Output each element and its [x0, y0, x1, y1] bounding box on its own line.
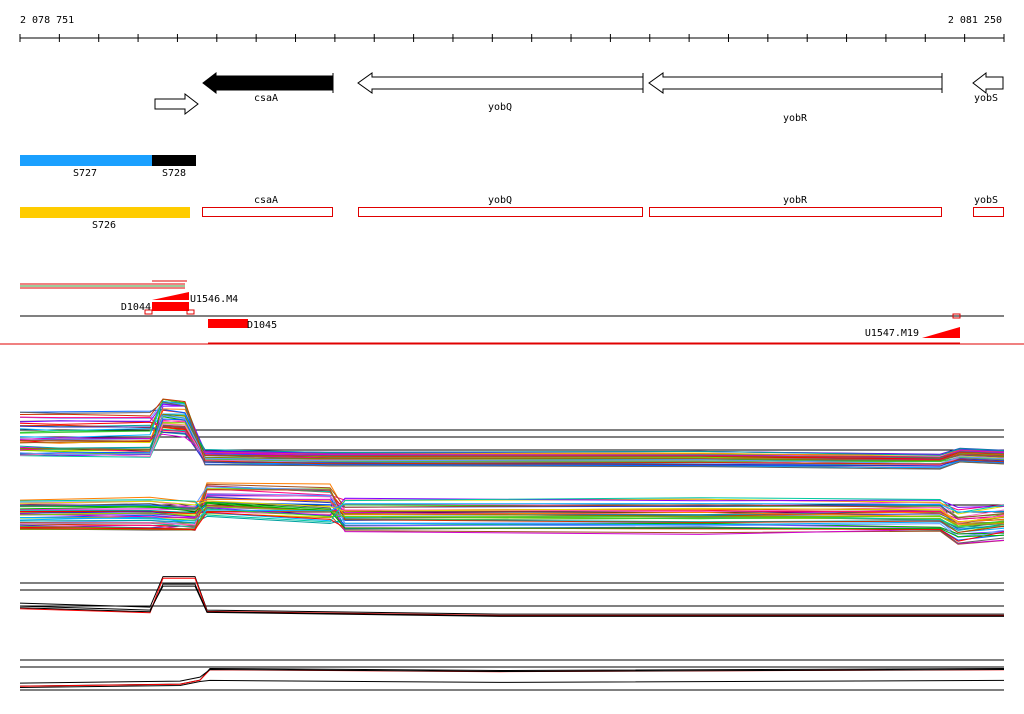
gene-csaA-arrow[interactable] [202, 71, 334, 95]
gene-yobR-label: yobR [783, 113, 808, 124]
gene-csaA[interactable]: csaA [202, 71, 334, 104]
feature-D1044-label: D1044 [121, 302, 151, 313]
gene-yobS[interactable]: yobS [972, 71, 1004, 104]
expression-panel-1 [19, 398, 1005, 470]
expression-line [19, 583, 1004, 617]
segment-S728-bar[interactable] [152, 155, 196, 166]
gene-track: csaA yobQ yobR yobS [154, 71, 1004, 124]
feature-D1045-label: D1045 [247, 320, 277, 331]
segment-S726-label: S726 [92, 220, 116, 231]
annotation-csaA-label: csaA [254, 195, 278, 206]
expression-panel-3 [19, 576, 1004, 617]
gene-yobQ[interactable]: yobQ [357, 72, 644, 113]
annotation-box-yobQ[interactable] [358, 207, 643, 217]
annotation-box-csaA[interactable] [202, 207, 333, 217]
expression-line [19, 585, 1004, 617]
annotation-track: csaA yobQ yobR yobS [202, 195, 1004, 217]
segment-S726-bar[interactable] [20, 207, 190, 218]
annotation-yobS-label: yobS [974, 195, 998, 206]
expression-panel-2 [19, 482, 1005, 545]
annotation-box-yobS[interactable] [973, 207, 1004, 217]
segment-S728-label: S728 [162, 168, 186, 179]
feature-U1547.M19-wedge[interactable] [922, 327, 960, 338]
gene-yobQ-arrow[interactable] [357, 72, 644, 94]
feature-U1547.M19-label: U1547.M19 [865, 328, 919, 339]
gene-csaA-label: csaA [254, 93, 278, 104]
feature-D1044-box[interactable] [152, 302, 189, 311]
feature-track: D1044 U1546.M4 D1045 U1547.M19 [0, 280, 1024, 345]
feature-U1546.M4-wedge[interactable] [152, 292, 189, 300]
expression-panel-4 [19, 659, 1005, 691]
ruler-start-label: 2 078 751 [20, 15, 74, 26]
annotation-box-yobR[interactable] [649, 207, 942, 217]
ruler-end-label: 2 081 250 [948, 15, 1002, 26]
segment-S727-label: S727 [73, 168, 97, 179]
annotation-yobR-label: yobR [783, 195, 808, 206]
gene-yobS-arrow[interactable] [972, 71, 1004, 95]
genome-browser-view: 2 078 751 2 081 250 csaA yobQ yobR yobS [0, 15, 1024, 691]
gene-yobS-label: yobS [974, 93, 998, 104]
gene-yobR-arrow[interactable] [648, 72, 943, 94]
feature-U1546.M4-label: U1546.M4 [190, 294, 238, 305]
expression-panels [19, 398, 1005, 691]
gene-yobR[interactable]: yobR [648, 72, 943, 124]
expression-line [19, 669, 1005, 687]
gene-yobQ-label: yobQ [488, 102, 512, 113]
unlabeled-forward-gene-arrow[interactable] [154, 92, 199, 116]
expression-line [19, 576, 1004, 615]
segment-track: S727 S728 S726 [20, 155, 196, 231]
coordinate-ruler: 2 078 751 2 081 250 [19, 15, 1005, 42]
feature-D1045-box[interactable] [208, 319, 248, 328]
annotation-yobQ-label: yobQ [488, 195, 512, 206]
segment-S727-bar[interactable] [20, 155, 152, 166]
